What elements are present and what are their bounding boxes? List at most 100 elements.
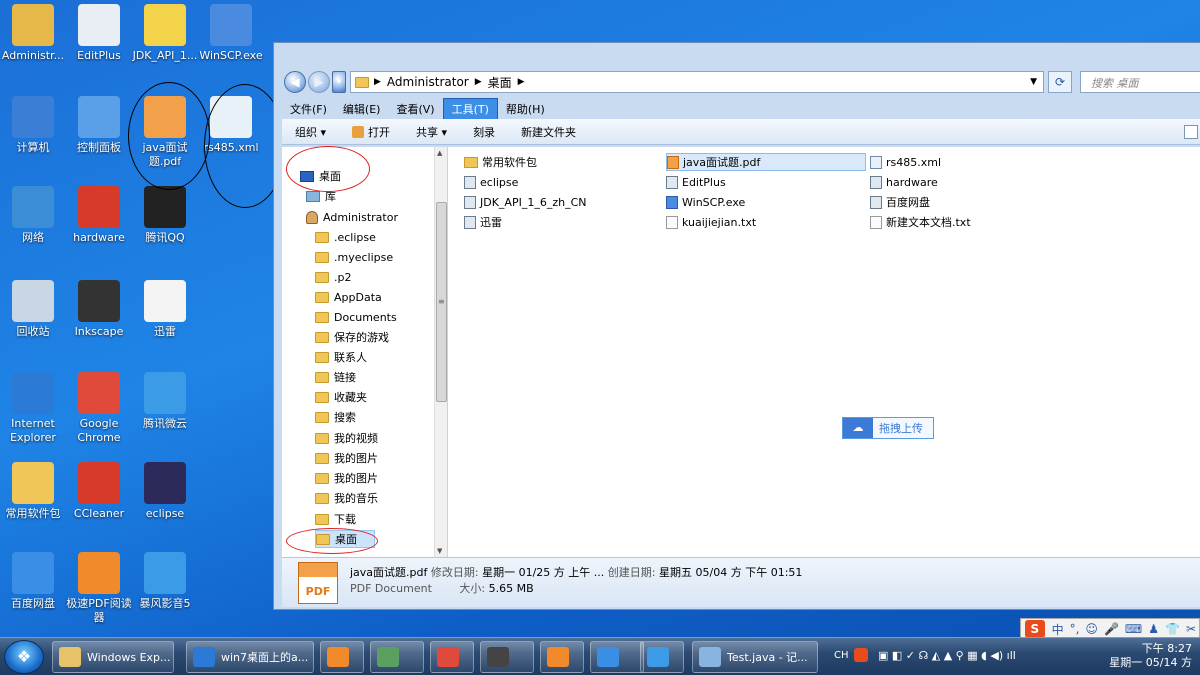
desktop-icon[interactable]: WinSCP.exe: [198, 4, 264, 63]
desktop-icon[interactable]: hardware: [66, 186, 132, 245]
breadcrumb-administrator[interactable]: Administrator: [387, 75, 469, 89]
nav-scrollbar[interactable]: ▲ ≡ ▼: [434, 147, 447, 557]
file-item[interactable]: EditPlus: [666, 173, 726, 191]
sogou-tray-icon[interactable]: [854, 648, 868, 662]
ime-punct[interactable]: °,: [1070, 622, 1080, 636]
clock[interactable]: 下午 8:27 星期一 05/14 方: [1109, 642, 1192, 670]
desktop-icon-label: 常用软件包: [5, 507, 61, 520]
ime-mode[interactable]: 中: [1052, 621, 1064, 638]
back-button[interactable]: ◀: [284, 71, 306, 93]
nav-item[interactable]: .eclipse: [315, 228, 376, 246]
emoji-icon[interactable]: ☺: [1085, 622, 1098, 636]
nav-item[interactable]: Documents: [315, 308, 397, 326]
refresh-button[interactable]: ⟳: [1048, 71, 1072, 93]
nav-item[interactable]: 联系人: [315, 348, 367, 366]
history-dropdown-button[interactable]: ▾: [332, 71, 346, 93]
sogou-logo-icon[interactable]: S: [1025, 620, 1045, 638]
skin-icon[interactable]: 👕: [1165, 622, 1180, 636]
file-item[interactable]: rs485.xml: [870, 153, 941, 171]
file-item[interactable]: 常用软件包: [464, 153, 537, 171]
desktop-icon[interactable]: 迅雷: [132, 280, 198, 339]
nav-item[interactable]: 保存的游戏: [315, 328, 389, 346]
desktop-icon[interactable]: 腾讯微云: [132, 372, 198, 431]
chevron-down-icon[interactable]: ▼: [1030, 77, 1037, 87]
nav-item[interactable]: 搜索: [315, 408, 356, 426]
file-item[interactable]: WinSCP.exe: [666, 193, 745, 211]
burn-button[interactable]: 刻录: [460, 124, 508, 140]
nav-item[interactable]: 链接: [315, 368, 356, 386]
desktop-icon-label: Google Chrome: [77, 417, 121, 444]
desktop-icon-label: WinSCP.exe: [199, 49, 263, 62]
menu-edit[interactable]: 编辑(E): [335, 99, 389, 119]
nav-item[interactable]: .myeclipse: [315, 248, 393, 266]
scroll-down-icon[interactable]: ▼: [437, 547, 442, 555]
tray-icons[interactable]: ▣ ◧ ✓ ☊ ◭ ▲ ⚲ ▦ ◖ ◀) ıll: [878, 649, 1016, 662]
menu-view[interactable]: 查看(V): [388, 99, 442, 119]
desktop-icon[interactable]: 回收站: [0, 280, 66, 339]
taskbar-button[interactable]: [320, 641, 364, 673]
forward-button[interactable]: ▶: [308, 71, 330, 93]
language-indicator[interactable]: CH: [834, 650, 849, 661]
nav-item[interactable]: 我的图片: [315, 469, 378, 487]
file-item[interactable]: 迅雷: [464, 213, 502, 231]
desktop-icon[interactable]: Inkscape: [66, 280, 132, 339]
taskbar-button[interactable]: [480, 641, 534, 673]
nav-item[interactable]: 我的音乐: [315, 489, 378, 507]
taskbar-button[interactable]: [640, 641, 684, 673]
desktop-icon[interactable]: eclipse: [132, 462, 198, 521]
desktop-icon[interactable]: 控制面板: [66, 96, 132, 155]
nav-item[interactable]: 收藏夹: [315, 388, 367, 406]
desktop-icon[interactable]: 网络: [0, 186, 66, 245]
desktop-icon[interactable]: Internet Explorer: [0, 372, 66, 445]
start-button[interactable]: ❖: [4, 640, 44, 674]
nav-item[interactable]: AppData: [315, 288, 382, 306]
taskbar-button[interactable]: Test.java - 记...: [692, 641, 818, 673]
search-input[interactable]: 搜索 桌面: [1080, 71, 1200, 93]
menu-help[interactable]: 帮助(H): [498, 99, 553, 119]
file-item[interactable]: kuaijiejian.txt: [666, 213, 756, 231]
file-item[interactable]: 百度网盘: [870, 193, 930, 211]
keyboard-icon[interactable]: ⌨: [1125, 622, 1142, 636]
nav-item[interactable]: Administrator: [306, 208, 398, 226]
address-field[interactable]: ▶ Administrator ▶ 桌面 ▶ ▼: [350, 71, 1044, 93]
desktop-icon[interactable]: 暴风影音5: [132, 552, 198, 611]
file-item[interactable]: JDK_API_1_6_zh_CN: [464, 193, 586, 211]
taskbar-button[interactable]: Windows Exp...: [52, 641, 174, 673]
menu-tools[interactable]: 工具(T): [442, 98, 498, 120]
desktop-icon[interactable]: EditPlus: [66, 4, 132, 63]
view-options-icon[interactable]: [1184, 125, 1198, 139]
desktop-icon[interactable]: 腾讯QQ: [132, 186, 198, 245]
file-item[interactable]: java面试题.pdf: [666, 153, 866, 171]
desktop-icon[interactable]: 计算机: [0, 96, 66, 155]
nav-item[interactable]: .p2: [315, 268, 351, 286]
desktop-icon[interactable]: Administr...: [0, 4, 66, 63]
file-item[interactable]: 新建文本文档.txt: [870, 213, 971, 231]
mic-icon[interactable]: 🎤: [1104, 622, 1119, 636]
desktop-icon[interactable]: 常用软件包: [0, 462, 66, 521]
tools-icon[interactable]: ✂: [1186, 622, 1196, 636]
breadcrumb-desktop[interactable]: 桌面: [488, 74, 512, 91]
menu-file[interactable]: 文件(F): [282, 99, 335, 119]
organize-button[interactable]: 组织 ▾: [282, 124, 339, 140]
taskbar-button[interactable]: [370, 641, 424, 673]
taskbar-button[interactable]: [430, 641, 474, 673]
taskbar-button[interactable]: [540, 641, 584, 673]
file-item[interactable]: eclipse: [464, 173, 518, 191]
desktop-icon[interactable]: 百度网盘: [0, 552, 66, 611]
share-button[interactable]: 共享 ▾: [403, 124, 460, 140]
drag-upload-button[interactable]: ☁ 拖拽上传: [842, 417, 934, 439]
desktop-icon[interactable]: 极速PDF阅读器: [66, 552, 132, 625]
nav-item[interactable]: 我的图片: [315, 449, 378, 467]
file-item[interactable]: hardware: [870, 173, 938, 191]
taskbar-button[interactable]: [590, 641, 644, 673]
scroll-up-icon[interactable]: ▲: [437, 149, 442, 157]
new-folder-button[interactable]: 新建文件夹: [508, 124, 589, 140]
nav-item[interactable]: 下载: [315, 510, 356, 528]
desktop-icon[interactable]: CCleaner: [66, 462, 132, 521]
taskbar-button[interactable]: win7桌面上的a...: [186, 641, 314, 673]
nav-item[interactable]: 我的视频: [315, 429, 378, 447]
user-icon[interactable]: ♟: [1148, 622, 1159, 636]
desktop-icon[interactable]: JDK_API_1...: [132, 4, 198, 63]
open-button[interactable]: 打开: [339, 124, 403, 140]
desktop-icon[interactable]: Google Chrome: [66, 372, 132, 445]
